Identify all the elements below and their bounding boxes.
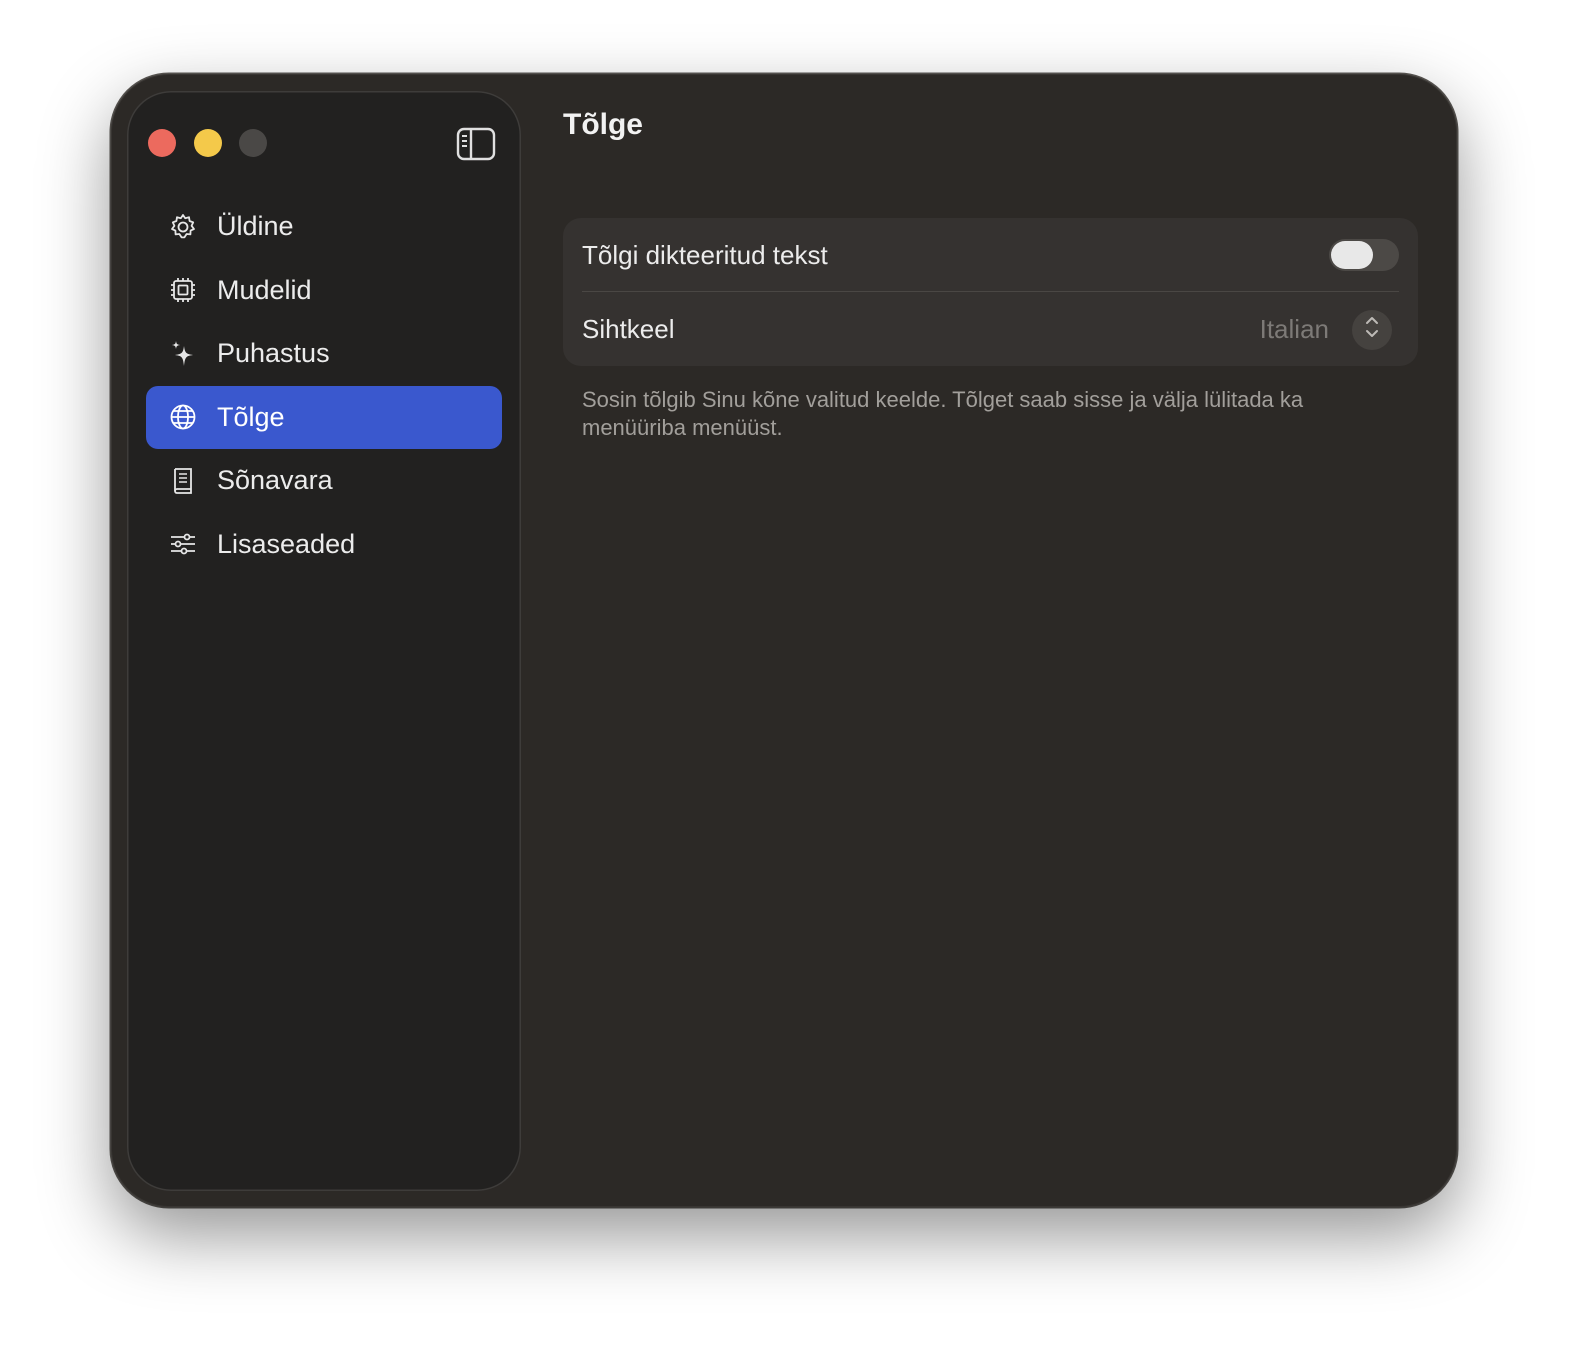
settings-window: Üldine Mudelid Puhastus Tõlge Sõnavara L…	[111, 74, 1457, 1207]
translate-dictation-toggle[interactable]	[1329, 239, 1399, 271]
translation-settings-card: Tõlgi dikteeritud tekst Sihtkeel Italian	[563, 218, 1418, 366]
sidebar-item-general[interactable]: Üldine	[146, 195, 502, 258]
toggle-knob	[1331, 241, 1373, 269]
close-window-button[interactable]	[148, 129, 176, 157]
globe-icon	[166, 400, 200, 434]
sidebar-item-advanced[interactable]: Lisaseaded	[146, 513, 502, 576]
sidebar-item-translation[interactable]: Tõlge	[146, 385, 502, 449]
sidebar-item-label: Sõnavara	[217, 465, 333, 496]
chevron-up-down-icon	[1362, 314, 1382, 347]
sparkles-icon	[166, 337, 200, 371]
sidebar-item-label: Üldine	[217, 211, 294, 241]
target-language-select[interactable]	[1352, 310, 1392, 350]
translate-dictation-row: Tõlgi dikteeritud tekst	[582, 218, 1399, 292]
sidebar-item-vocabulary[interactable]: Sõnavara	[146, 449, 502, 512]
minimize-window-button[interactable]	[194, 129, 222, 157]
translate-dictation-label: Tõlgi dikteeritud tekst	[582, 239, 828, 270]
sidebar-item-label: Tõlge	[217, 401, 285, 432]
sidebar-item-label: Mudelid	[217, 274, 312, 305]
sidebar-nav: Üldine Mudelid Puhastus Tõlge Sõnavara L…	[146, 195, 502, 577]
sidebar-item-label: Lisaseaded	[217, 528, 356, 559]
target-language-value[interactable]: Italian	[1260, 292, 1329, 366]
page-title: Tõlge	[563, 108, 643, 141]
translation-description: Sosin tõlgib Sinu kõne valitud keelde. T…	[582, 387, 1304, 440]
sidebar-item-cleanup[interactable]: Puhastus	[146, 322, 502, 385]
target-language-label: Sihtkeel	[582, 313, 675, 344]
target-language-row: Sihtkeel Italian	[582, 292, 1399, 366]
sliders-icon	[166, 527, 200, 561]
gear-icon	[166, 210, 200, 244]
book-icon	[166, 464, 200, 498]
sidebar: Üldine Mudelid Puhastus Tõlge Sõnavara L…	[127, 91, 521, 1191]
sidebar-item-models[interactable]: Mudelid	[146, 259, 502, 322]
sidebar-toggle-icon[interactable]	[456, 127, 496, 161]
sidebar-item-label: Puhastus	[217, 338, 330, 369]
chip-icon	[166, 273, 200, 307]
zoom-window-button[interactable]	[239, 129, 267, 157]
